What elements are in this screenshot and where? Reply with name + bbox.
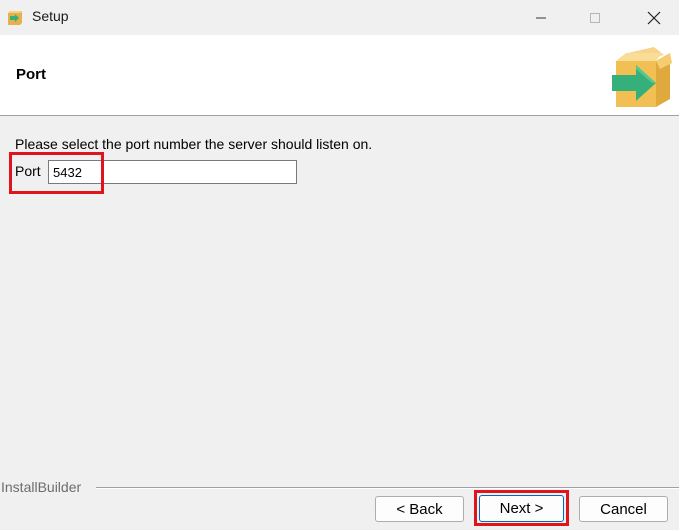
minimize-icon <box>536 17 546 18</box>
maximize-icon <box>590 12 600 23</box>
port-label: Port <box>15 163 41 179</box>
close-button[interactable] <box>631 0 677 35</box>
package-arrow-icon <box>612 47 672 107</box>
page-header: Port <box>0 35 679 116</box>
port-input[interactable] <box>48 160 297 184</box>
close-icon <box>647 11 661 24</box>
port-prompt: Please select the port number the server… <box>15 136 373 152</box>
maximize-button[interactable] <box>572 0 618 35</box>
title-bar[interactable]: Setup <box>0 0 679 35</box>
app-icon <box>8 11 22 25</box>
window-title: Setup <box>32 8 69 24</box>
minimize-button[interactable] <box>518 0 564 35</box>
page-title: Port <box>16 66 46 83</box>
next-button[interactable]: Next > <box>479 495 564 522</box>
footer-separator <box>96 487 679 489</box>
back-button[interactable]: < Back <box>375 496 464 522</box>
installbuilder-brand: InstallBuilder <box>1 479 82 495</box>
setup-window: Setup Port Please select the port number… <box>0 0 679 530</box>
cancel-button[interactable]: Cancel <box>579 496 668 522</box>
